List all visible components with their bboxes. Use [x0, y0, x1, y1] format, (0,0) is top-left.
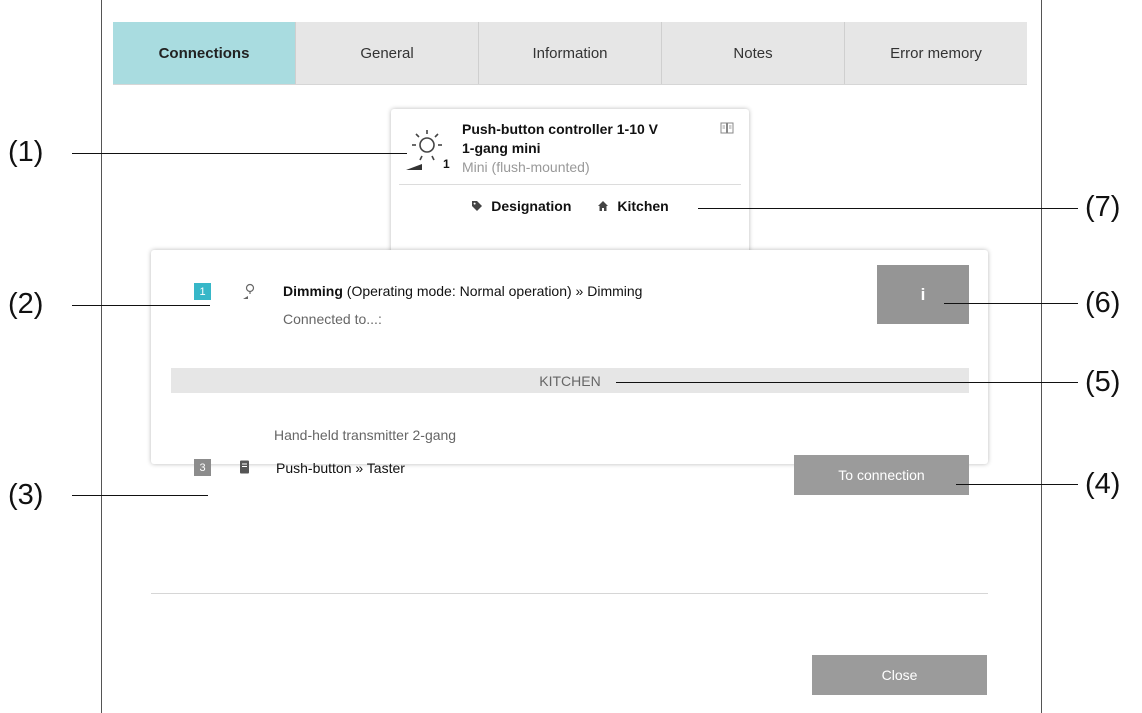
designation-label: Designation: [491, 198, 572, 214]
callout-line-5: [616, 382, 1078, 383]
channel-line: Dimming (Operating mode: Normal operatio…: [283, 283, 642, 299]
house-icon: [598, 201, 609, 211]
callout-7: (7): [1085, 191, 1121, 223]
info-button[interactable]: i: [877, 265, 969, 324]
callout-line-3: [72, 495, 208, 496]
callout-line-4: [956, 484, 1078, 485]
callout-line-6: [944, 303, 1078, 304]
connected-to-label: Connected to...:: [283, 311, 382, 327]
device-card: 1 Push-button controller 1-10 V 1-gang m…: [391, 109, 749, 255]
footer-divider: [151, 593, 988, 594]
tab-information[interactable]: Information: [479, 22, 662, 84]
callout-2: (2): [8, 288, 44, 320]
channel-name: Dimming: [283, 283, 343, 299]
tag-icon: [472, 201, 483, 211]
callout-line-1: [72, 153, 407, 154]
device-card-divider: [399, 184, 741, 185]
device-title-line2: 1-gang mini: [462, 140, 541, 156]
connected-device-name: Hand-held transmitter 2-gang: [274, 427, 457, 443]
callout-5: (5): [1085, 366, 1121, 398]
to-connection-button[interactable]: To connection: [794, 455, 969, 495]
channel-number-badge: 1: [194, 283, 211, 300]
tab-divider: [113, 84, 1027, 85]
device-subtitle: Mini (flush-mounted): [462, 159, 590, 175]
manual-book-icon[interactable]: [720, 122, 734, 134]
device-meta: Designation Kitchen: [391, 198, 749, 214]
tab-connections[interactable]: Connections: [113, 22, 296, 84]
callout-6: (6): [1085, 287, 1121, 319]
lamp-icon: [243, 283, 255, 299]
callout-1: (1): [8, 136, 44, 168]
designation-item[interactable]: Designation: [471, 198, 571, 214]
callout-3: (3): [8, 479, 44, 511]
connections-dialog: Connections General Information Notes Er…: [101, 0, 1042, 713]
callout-line-2: [72, 305, 210, 306]
tab-error-memory[interactable]: Error memory: [845, 22, 1027, 84]
remote-control-icon: [240, 460, 249, 474]
room-group-header: KITCHEN: [171, 368, 969, 393]
connected-channel-badge: 3: [194, 459, 211, 476]
tab-general[interactable]: General: [296, 22, 479, 84]
device-channel-count: 1: [443, 157, 450, 171]
room-label: Kitchen: [617, 198, 669, 214]
room-item[interactable]: Kitchen: [597, 198, 669, 214]
connected-channel-label: Push-button » Taster: [276, 460, 405, 476]
device-title: Push-button controller 1-10 V 1-gang min…: [462, 120, 712, 158]
callout-line-7: [698, 208, 1078, 209]
close-button[interactable]: Close: [812, 655, 987, 695]
connection-card: 1 Dimming (Operating mode: Normal operat…: [151, 250, 988, 495]
callout-4: (4): [1085, 468, 1121, 500]
tab-bar: Connections General Information Notes Er…: [113, 22, 1027, 84]
device-title-line1: Push-button controller 1-10 V: [462, 121, 659, 137]
channel-detail: (Operating mode: Normal operation) » Dim…: [342, 283, 643, 299]
tab-notes[interactable]: Notes: [662, 22, 845, 84]
